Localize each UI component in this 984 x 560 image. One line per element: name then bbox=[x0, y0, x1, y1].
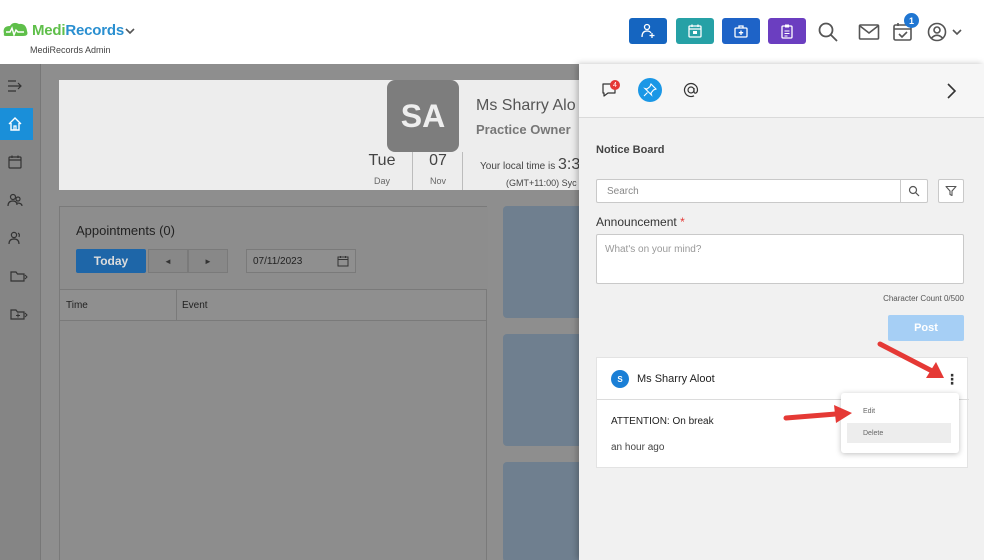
nav-shared-folders[interactable] bbox=[0, 298, 41, 330]
annotation-arrow bbox=[783, 405, 852, 423]
author-avatar: S bbox=[611, 370, 629, 388]
profile-role: Practice Owner bbox=[476, 122, 571, 137]
calendar-icon bbox=[688, 24, 702, 38]
at-mention-icon bbox=[683, 82, 699, 98]
nav-patients[interactable] bbox=[0, 184, 41, 216]
delete-menu-item[interactable]: Delete bbox=[847, 423, 951, 443]
home-icon bbox=[8, 117, 22, 131]
add-user-icon bbox=[641, 23, 655, 38]
announcement-label: Announcement * bbox=[596, 215, 685, 229]
group-users-icon bbox=[7, 193, 23, 207]
brand-records: Records bbox=[65, 22, 124, 39]
day-name: Tue bbox=[368, 152, 396, 169]
nav-calendar[interactable] bbox=[0, 146, 41, 178]
announcement-label-text: Announcement bbox=[596, 215, 677, 229]
appointments-table-header: Time Event bbox=[60, 289, 486, 322]
filter-icon bbox=[945, 185, 957, 197]
tab-notice-board[interactable] bbox=[638, 78, 662, 102]
post-timestamp: an hour ago bbox=[611, 442, 665, 453]
messages-badge: 4 bbox=[610, 80, 620, 90]
announcement-textarea[interactable]: What's on your mind? bbox=[596, 234, 964, 284]
day-label: Day bbox=[373, 176, 390, 186]
month-label: Nov bbox=[429, 176, 446, 186]
chevron-right-icon[interactable] bbox=[943, 82, 959, 100]
folder-icon bbox=[10, 271, 28, 282]
local-time-value: 3:3 bbox=[558, 156, 581, 173]
search-button[interactable] bbox=[900, 180, 927, 202]
column-time: Time bbox=[66, 300, 88, 311]
nav-home[interactable] bbox=[0, 108, 33, 140]
chevron-down-icon[interactable] bbox=[124, 24, 136, 38]
organization-label: MediRecords Admin bbox=[30, 45, 111, 55]
mail-icon[interactable] bbox=[857, 20, 881, 44]
nav-folders[interactable] bbox=[0, 260, 41, 292]
appointments-table-body bbox=[60, 321, 486, 560]
column-divider bbox=[176, 290, 177, 322]
appointments-title: Appointments (0) bbox=[76, 223, 175, 238]
date-picker-input[interactable]: 07/11/2023 bbox=[246, 249, 356, 273]
chevron-down-icon[interactable] bbox=[950, 20, 964, 44]
annotation-arrow bbox=[877, 341, 944, 378]
top-bar: MediRecords MediRecords Admin 1 bbox=[0, 0, 984, 64]
drawer-tabs: 4 bbox=[579, 64, 984, 118]
day-cell: Tue Day bbox=[357, 152, 407, 186]
brand-name[interactable]: MediRecords bbox=[32, 22, 124, 39]
appointments-panel: Appointments (0) Today ◄ ► 07/11/2023 Ti… bbox=[59, 206, 488, 560]
required-mark: * bbox=[680, 215, 685, 229]
nav-users[interactable] bbox=[0, 222, 41, 254]
post-author: Ms Sharry Aloot bbox=[637, 373, 715, 385]
previous-day-button[interactable]: ◄ bbox=[148, 249, 188, 273]
date-number: 07 bbox=[429, 152, 447, 169]
calendar-icon bbox=[8, 155, 22, 169]
calendar-icon[interactable] bbox=[337, 255, 349, 267]
profile-avatar: SA bbox=[387, 80, 459, 152]
timezone-label: (GMT+11:00) Syc bbox=[506, 178, 577, 188]
dashboard-main: SA Ms Sharry Alo Practice Owner Tue Day … bbox=[41, 64, 599, 560]
local-time-prefix: Your local time is bbox=[480, 161, 556, 172]
expand-icon bbox=[8, 80, 22, 92]
medirecords-logo-icon bbox=[3, 22, 28, 38]
search-icon[interactable] bbox=[816, 20, 840, 44]
folder-share-icon bbox=[10, 309, 28, 320]
column-event: Event bbox=[182, 300, 208, 311]
user-account-icon[interactable] bbox=[925, 20, 949, 44]
date-value: 07/11/2023 bbox=[253, 255, 303, 267]
clipboard-button[interactable] bbox=[768, 18, 806, 44]
local-time: Your local time is 3:3 bbox=[480, 156, 580, 174]
notice-drawer: 4 Notice Board Search Announcement * Wha… bbox=[579, 64, 984, 560]
appointments-header bbox=[60, 207, 488, 289]
expand-sidebar-button[interactable] bbox=[0, 70, 41, 102]
appointment-button[interactable] bbox=[676, 18, 714, 44]
add-patient-button[interactable] bbox=[629, 18, 667, 44]
divider bbox=[462, 152, 463, 190]
dashboard-card bbox=[503, 334, 583, 446]
notification-badge: 1 bbox=[904, 13, 919, 28]
pin-icon bbox=[643, 83, 657, 97]
medical-kit-icon bbox=[734, 25, 748, 38]
profile-name: Ms Sharry Alo bbox=[476, 97, 576, 114]
character-count: Character Count 0/500 bbox=[883, 294, 964, 303]
left-nav-rail bbox=[0, 64, 41, 560]
notice-search-input[interactable]: Search bbox=[596, 179, 928, 203]
clipboard-icon bbox=[781, 24, 793, 39]
medical-kit-button[interactable] bbox=[722, 18, 760, 44]
post-message: ATTENTION: On break bbox=[611, 416, 714, 427]
notice-board-title: Notice Board bbox=[596, 144, 665, 156]
next-day-button[interactable]: ► bbox=[188, 249, 228, 273]
users-icon bbox=[8, 231, 20, 245]
post-options-menu: Edit Delete bbox=[841, 393, 959, 453]
dashboard-card bbox=[503, 206, 583, 318]
brand-medi: Medi bbox=[32, 22, 66, 39]
dashboard-card bbox=[503, 462, 583, 560]
search-icon bbox=[908, 185, 920, 197]
tab-mentions[interactable] bbox=[679, 78, 703, 102]
filter-button[interactable] bbox=[938, 179, 964, 203]
date-cell: 07 Nov bbox=[413, 152, 463, 186]
today-button[interactable]: Today bbox=[76, 249, 146, 273]
edit-menu-item[interactable]: Edit bbox=[847, 401, 951, 421]
